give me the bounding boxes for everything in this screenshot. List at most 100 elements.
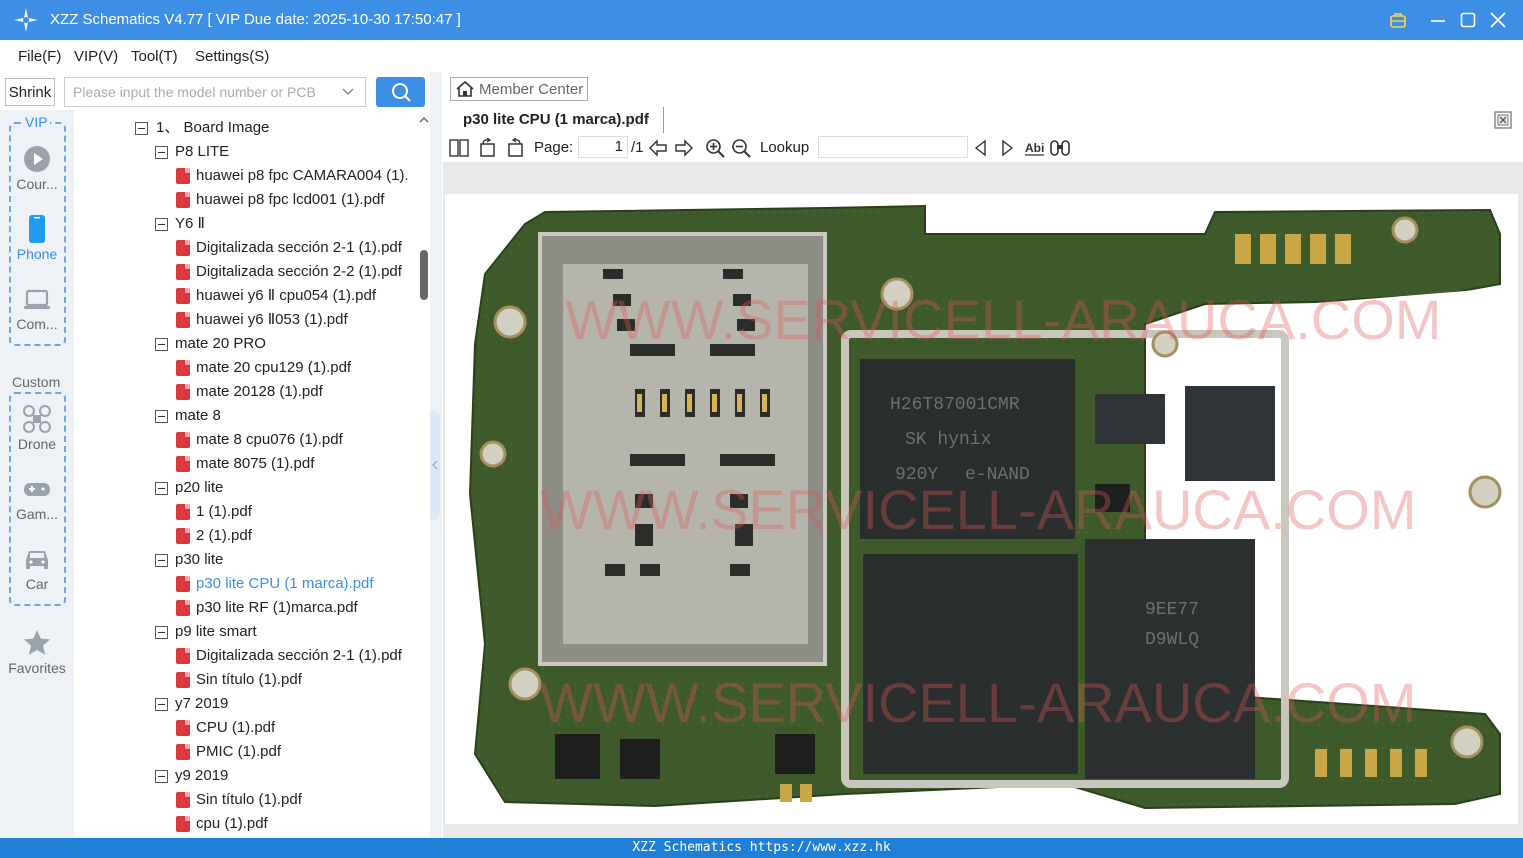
tree-scrollbar-thumb[interactable] (420, 250, 428, 300)
tree-file[interactable]: 1 (1).pdf (74, 500, 414, 524)
tree-file[interactable]: p30 lite RF (1)marca.pdf (74, 596, 414, 620)
page-number-input[interactable]: 1 (578, 136, 628, 158)
zoom-out-icon[interactable] (731, 138, 751, 158)
collapse-panel-handle[interactable] (430, 410, 440, 520)
tree-file[interactable]: PMIC (1).pdf (74, 740, 414, 764)
rotate-right-icon[interactable] (505, 138, 525, 158)
tree-file[interactable]: 2 (1).pdf (74, 524, 414, 548)
match-case-icon[interactable]: Abi (1024, 138, 1046, 158)
find-previous-icon[interactable] (973, 138, 989, 158)
menu-settings[interactable]: Settings(S) (195, 48, 269, 65)
tree-item-label: y9 2019 (175, 767, 229, 784)
tree-file[interactable]: Digitalizada sección 2-1 (1).pdf (74, 236, 414, 260)
tree-scrollbar[interactable] (418, 112, 430, 838)
vip-badge-icon[interactable] (1386, 8, 1410, 32)
tree-item-label: huawei y6 Ⅱ053 (1).pdf (196, 311, 348, 328)
tree-file[interactable]: mate 8075 (1).pdf (74, 452, 414, 476)
collapse-toggle-icon[interactable] (155, 770, 168, 783)
next-page-icon[interactable] (674, 138, 694, 158)
tree-file[interactable]: cpu (1).pdf (74, 812, 414, 836)
tree-file[interactable]: Sin título (1).pdf (74, 668, 414, 692)
collapse-toggle-icon[interactable] (155, 218, 168, 231)
tree-file[interactable]: CPU (1).pdf (74, 716, 414, 740)
document-tab[interactable]: p30 lite CPU (1 marca).pdf (450, 107, 664, 133)
menu-tool[interactable]: Tool(T) (131, 48, 178, 65)
collapse-toggle-icon[interactable] (155, 146, 168, 159)
pdf-viewer[interactable]: H26T87001CMR SK hynix e-NAND 920Y 9EE77 … (443, 162, 1523, 838)
collapse-toggle-icon[interactable] (155, 482, 168, 495)
tree-folder[interactable]: p20 lite (74, 476, 414, 500)
tree-folder[interactable]: mate 8 (74, 404, 414, 428)
two-page-view-icon[interactable] (449, 138, 469, 158)
sidebar-item-label: Cour... (16, 176, 58, 192)
tree-folder[interactable]: mate 20 PRO (74, 332, 414, 356)
maximize-button[interactable] (1456, 8, 1480, 32)
pdf-file-icon (176, 456, 190, 472)
member-center-button[interactable]: Member Center (450, 77, 588, 101)
title-bar: XZZ Schematics V4.77 [ VIP Due date: 202… (0, 0, 1523, 40)
tree-item-label: p20 lite (175, 479, 224, 496)
model-search-combobox[interactable] (64, 77, 366, 107)
model-search-input[interactable] (65, 78, 335, 106)
window-title: XZZ Schematics V4.77 [ VIP Due date: 202… (50, 11, 461, 28)
tree-file[interactable]: mate 8 cpu076 (1).pdf (74, 428, 414, 452)
sidebar-item-drone[interactable]: Drone (0, 404, 74, 452)
phone-icon (29, 215, 45, 243)
sidebar-item-label: Drone (17, 436, 57, 452)
tree-item-label: p30 lite RF (1)marca.pdf (196, 599, 358, 616)
find-binoculars-icon[interactable] (1049, 138, 1071, 158)
tree-file[interactable]: huawei p8 fpc CAMARA004 (1). (74, 164, 414, 188)
shrink-button[interactable]: Shrink (5, 78, 55, 106)
tree-file[interactable]: huawei y6 Ⅱ cpu054 (1).pdf (74, 284, 414, 308)
tree-folder[interactable]: P8 LITE (74, 140, 414, 164)
page-total: /1 (631, 139, 644, 156)
sidebar-item-computer[interactable]: Com... (0, 284, 74, 332)
collapse-toggle-icon[interactable] (155, 698, 168, 711)
collapse-toggle-icon[interactable] (135, 122, 148, 135)
sidebar-item-car[interactable]: Car (0, 544, 74, 592)
pdf-file-icon (176, 528, 190, 544)
tree-file[interactable]: mate 20 cpu129 (1).pdf (74, 356, 414, 380)
tree-folder[interactable]: p30 lite (74, 548, 414, 572)
sidebar-item-favorites[interactable]: Favorites (0, 628, 74, 676)
tree-item-label: p30 lite CPU (1 marca).pdf (196, 575, 374, 592)
tree-folder[interactable]: Y6 Ⅱ (74, 212, 414, 236)
search-button[interactable] (376, 77, 425, 107)
tree-folder[interactable]: y9 2019 (74, 764, 414, 788)
tree-root-board-image[interactable]: 1、 Board Image (74, 116, 414, 140)
tree-file[interactable]: huawei p8 fpc lcd001 (1).pdf (74, 188, 414, 212)
tree-file[interactable]: p30 lite CPU (1 marca).pdf (74, 572, 414, 596)
find-next-icon[interactable] (999, 138, 1015, 158)
rotate-left-icon[interactable] (478, 138, 498, 158)
minimize-button[interactable] (1426, 8, 1450, 32)
tree-file[interactable]: Digitalizada sección 2-1 (1).pdf (74, 644, 414, 668)
chevron-down-icon[interactable] (341, 85, 355, 99)
collapse-toggle-icon[interactable] (155, 554, 168, 567)
collapse-toggle-icon[interactable] (155, 338, 168, 351)
prev-page-icon[interactable] (648, 138, 668, 158)
tree-item-label: Sin título (1).pdf (196, 671, 302, 688)
tree-item-label: mate 8 (175, 407, 221, 424)
sidebar-item-courses[interactable]: Cour... (0, 144, 74, 192)
pdf-file-icon (176, 792, 190, 808)
tree-folder[interactable]: p9 lite smart (74, 620, 414, 644)
menu-file[interactable]: File(F) (18, 48, 61, 65)
tree-file[interactable]: mate 20128 (1).pdf (74, 380, 414, 404)
lookup-input[interactable] (818, 136, 968, 158)
tree-file[interactable]: Sin título (1).pdf (74, 788, 414, 812)
tree-item-label: CPU (1).pdf (196, 719, 276, 736)
menu-vip[interactable]: VIP(V) (74, 48, 118, 65)
tree-file[interactable]: huawei y6 Ⅱ053 (1).pdf (74, 308, 414, 332)
collapse-toggle-icon[interactable] (155, 410, 168, 423)
pdf-page[interactable]: H26T87001CMR SK hynix e-NAND 920Y 9EE77 … (445, 194, 1518, 824)
close-button[interactable] (1486, 8, 1510, 32)
tree-item-label: huawei p8 fpc lcd001 (1).pdf (196, 191, 385, 208)
sidebar-item-game[interactable]: Gam... (0, 474, 74, 522)
sidebar-item-phone[interactable]: Phone (0, 214, 74, 262)
zoom-in-icon[interactable] (705, 138, 725, 158)
chevron-up-icon[interactable] (418, 114, 430, 126)
close-document-icon[interactable] (1494, 111, 1512, 129)
tree-folder[interactable]: y7 2019 (74, 692, 414, 716)
tree-file[interactable]: Digitalizada sección 2-2 (1).pdf (74, 260, 414, 284)
collapse-toggle-icon[interactable] (155, 626, 168, 639)
